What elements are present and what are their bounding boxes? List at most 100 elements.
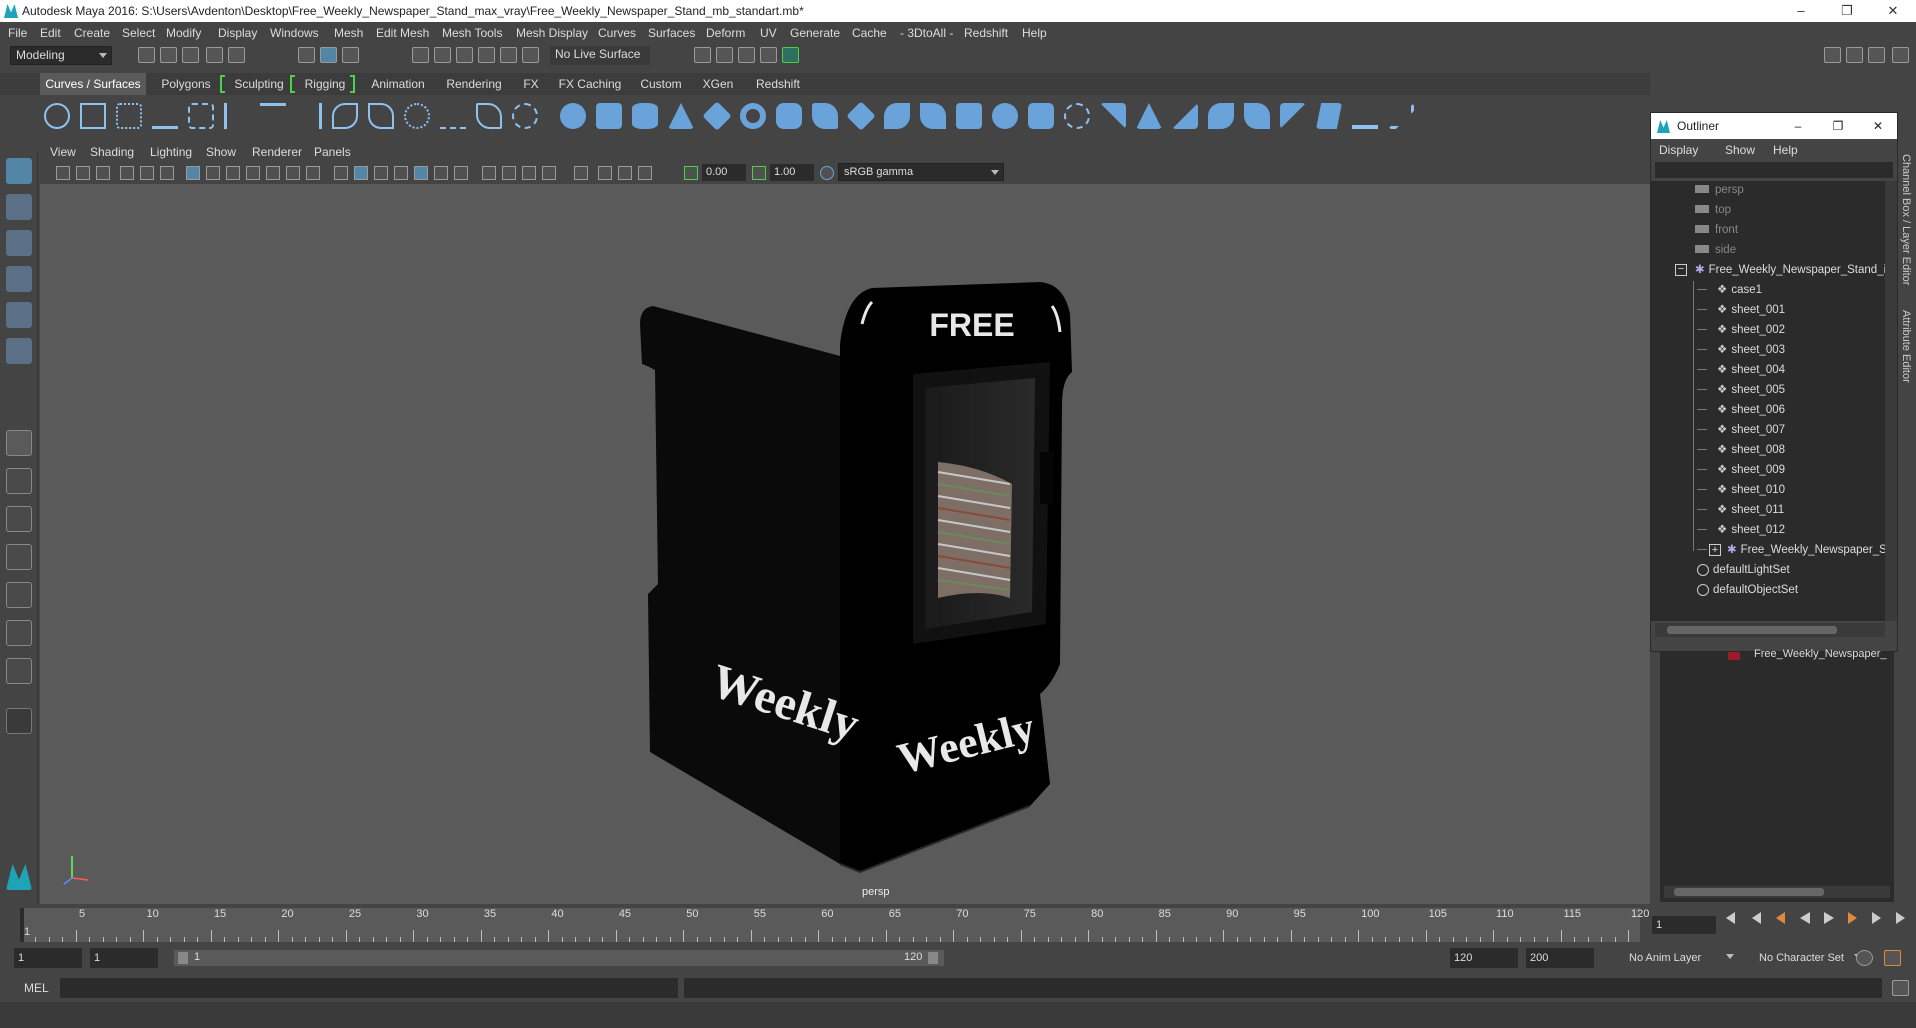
birail-icon[interactable] <box>920 103 946 129</box>
expand-icon[interactable]: + <box>1709 543 1721 556</box>
outliner-menu-display[interactable]: Display <box>1659 143 1698 157</box>
current-frame-field[interactable]: 1 <box>1652 916 1716 934</box>
save-scene-icon[interactable] <box>182 47 199 63</box>
outliner-item-persp[interactable]: persp <box>1695 181 1744 199</box>
panel-menu-renderer[interactable]: Renderer <box>252 145 302 159</box>
surface-editing-icon[interactable] <box>1388 103 1414 129</box>
tab-curves-surfaces[interactable]: Curves / Surfaces <box>40 73 146 95</box>
trim-tool-icon[interactable] <box>1136 103 1162 129</box>
panel-menu-view[interactable]: View <box>50 145 76 159</box>
mode-selector[interactable]: Modeling <box>10 46 112 65</box>
gate-mask-icon[interactable] <box>246 166 260 180</box>
outliner-item-side[interactable]: side <box>1695 241 1736 259</box>
outliner-minimize-button[interactable]: – <box>1783 113 1813 139</box>
tab-rendering[interactable]: Rendering <box>440 73 508 95</box>
step-back-frame-icon[interactable] <box>1752 912 1761 924</box>
menu-select[interactable]: Select <box>122 22 155 44</box>
menu-edit[interactable]: Edit <box>40 22 61 44</box>
exposure-icon[interactable] <box>684 166 698 180</box>
ipr-render-icon[interactable] <box>738 47 755 63</box>
attach-curves-icon[interactable] <box>260 103 286 129</box>
outliner-search-input[interactable] <box>1655 162 1893 178</box>
safe-title-icon[interactable] <box>306 166 320 180</box>
revolve-icon[interactable] <box>776 103 802 129</box>
outliner-item-default-light-set[interactable]: defaultLightSet <box>1697 561 1790 579</box>
perspective-viewport[interactable]: FREE Weekly Weekly persp <box>40 184 1650 904</box>
extend-curve-icon[interactable] <box>368 103 394 129</box>
backface-culling-icon[interactable] <box>618 166 632 180</box>
grid-icon[interactable] <box>186 166 200 180</box>
outliner-item-top[interactable]: top <box>1695 201 1731 219</box>
untrim-icon[interactable] <box>1172 103 1198 129</box>
outliner-item-sheet-001[interactable]: ❖ sheet_001 <box>1697 301 1785 319</box>
nurbs-plane-icon[interactable] <box>702 101 732 131</box>
project-curve-icon[interactable] <box>1064 103 1090 129</box>
minimize-button[interactable]: – <box>1778 0 1824 22</box>
node-editor-layout-icon[interactable] <box>6 658 32 684</box>
nurbs-cone-icon[interactable] <box>668 103 694 129</box>
sculpt-geometry-icon[interactable] <box>1352 103 1378 129</box>
four-view-layout-icon[interactable] <box>6 468 32 494</box>
bevel-plus-icon[interactable] <box>956 103 982 129</box>
persp-graph-layout-icon[interactable] <box>6 544 32 570</box>
menu-file[interactable]: File <box>8 22 27 44</box>
menu-windows[interactable]: Windows <box>270 22 319 44</box>
hypershade-icon[interactable] <box>782 47 799 63</box>
camera-attributes-icon[interactable] <box>76 166 90 180</box>
menu-edit-mesh[interactable]: Edit Mesh <box>376 22 429 44</box>
tab-fx-caching[interactable]: FX Caching <box>552 73 628 95</box>
live-surface-field[interactable]: No Live Surface <box>550 46 650 65</box>
exposure-field[interactable]: 0.00 <box>702 164 746 181</box>
tab-redshift[interactable]: Redshift <box>748 73 808 95</box>
scrollbar-thumb[interactable] <box>1667 626 1837 634</box>
outliner-item-sheet-003[interactable]: ❖ sheet_003 <box>1697 341 1785 359</box>
boundary-icon[interactable] <box>992 103 1018 129</box>
shadows-icon[interactable] <box>434 166 448 180</box>
close-button[interactable]: ✕ <box>1870 0 1916 22</box>
step-forward-frame-icon[interactable] <box>1872 912 1881 924</box>
attach-surfaces-icon[interactable] <box>1244 103 1270 129</box>
tab-fx[interactable]: FX <box>516 73 546 95</box>
tab-sculpting[interactable]: Sculpting <box>226 73 292 95</box>
xray-joints-icon[interactable] <box>598 166 612 180</box>
play-backwards-icon[interactable] <box>1800 912 1810 924</box>
depth-of-field-icon[interactable] <box>522 166 536 180</box>
nurbs-square-icon[interactable] <box>80 103 106 129</box>
select-object-icon[interactable] <box>320 47 337 63</box>
color-management-icon[interactable] <box>820 166 834 180</box>
auto-key-icon[interactable] <box>1856 950 1873 966</box>
outliner-item-sheet-008[interactable]: ❖ sheet_008 <box>1697 441 1785 459</box>
outliner-menu-show[interactable]: Show <box>1725 143 1755 157</box>
select-camera-icon[interactable] <box>56 166 70 180</box>
collapse-icon[interactable]: − <box>1675 263 1687 276</box>
outliner-item-default-object-set[interactable]: defaultObjectSet <box>1697 581 1798 599</box>
square-surface-icon[interactable] <box>1028 103 1054 129</box>
high-quality-icon[interactable] <box>638 166 652 180</box>
use-all-lights-icon[interactable] <box>414 166 428 180</box>
menu-mesh-display[interactable]: Mesh Display <box>516 22 588 44</box>
colorspace-selector[interactable]: sRGB gamma <box>838 163 1004 181</box>
character-set-selector[interactable]: No Character Set <box>1746 948 1866 968</box>
tab-xgen[interactable]: XGen <box>694 73 742 95</box>
detach-curves-icon[interactable] <box>296 103 322 129</box>
menu-modify[interactable]: Modify <box>166 22 201 44</box>
range-end-handle[interactable] <box>928 952 938 964</box>
tab-custom[interactable]: Custom <box>634 73 688 95</box>
layer-horizontal-scrollbar[interactable] <box>1664 886 1890 898</box>
more-layouts-icon[interactable] <box>6 708 32 734</box>
go-to-start-icon[interactable] <box>1726 912 1735 924</box>
outliner-item-group[interactable]: − ✱ Free_Weekly_Newspaper_Stand_i <box>1675 261 1885 279</box>
shelf-options-icon[interactable] <box>18 107 32 121</box>
wireframe-icon[interactable] <box>334 166 348 180</box>
2d-pan-zoom-icon[interactable] <box>140 166 154 180</box>
curve-editing-icon[interactable] <box>512 103 538 129</box>
add-points-icon[interactable] <box>476 103 502 129</box>
outliner-close-button[interactable]: ✕ <box>1863 113 1893 139</box>
render-current-icon[interactable] <box>694 47 711 63</box>
outliner-item-sheet-012[interactable]: ❖ sheet_012 <box>1697 521 1785 539</box>
snap-view-plane-icon[interactable] <box>478 47 495 63</box>
script-editor-icon[interactable] <box>1892 980 1909 996</box>
panel-menu-shading[interactable]: Shading <box>90 145 134 159</box>
time-slider[interactable]: 1 5 10 15 20 25 30 35 40 45 50 55 60 65 70 75 80 85 90 95 10… <box>0 904 1916 944</box>
bookmark-icon[interactable] <box>96 166 110 180</box>
